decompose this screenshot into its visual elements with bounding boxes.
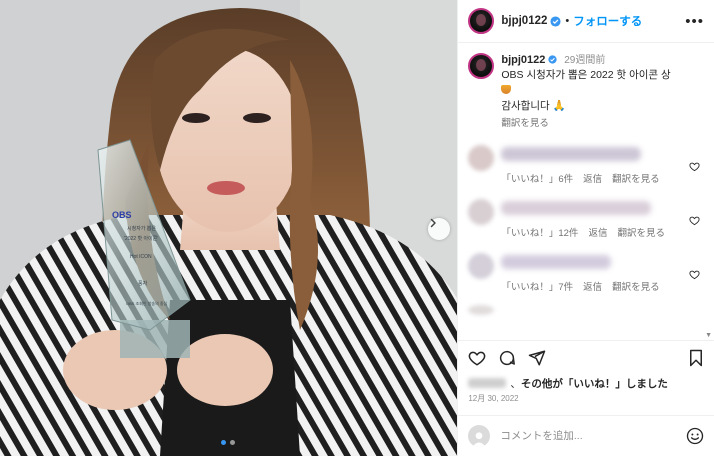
comment-avatar[interactable] <box>468 253 495 279</box>
comment-likes[interactable]: 「いいね！」7件 <box>501 279 573 293</box>
chevron-right-icon <box>430 218 436 228</box>
trophy-line4: 풍자 <box>138 280 148 287</box>
like-heart-icon[interactable] <box>468 349 486 367</box>
more-options-icon[interactable]: ••• <box>685 13 704 30</box>
author-avatar[interactable] <box>468 8 495 34</box>
comment-avatar[interactable] <box>468 145 495 171</box>
comment-avatar[interactable] <box>468 199 495 225</box>
comments-scrollbar[interactable]: ▼ <box>705 51 712 340</box>
comment-like-heart-icon[interactable] <box>689 215 700 226</box>
comment-like-heart-icon[interactable] <box>689 269 700 280</box>
bookmark-icon[interactable] <box>688 349 704 367</box>
follow-button[interactable]: フォローする <box>573 13 642 29</box>
post-date[interactable]: 12月 30, 2022 <box>458 391 714 407</box>
comment-text-redacted <box>501 201 652 215</box>
comment-like-heart-icon[interactable] <box>689 161 700 172</box>
trophy-line2: '2022 핫 아이콘' <box>124 235 158 242</box>
carousel-next-button[interactable] <box>428 218 450 240</box>
trophy-line5: OBS 조회인 방송의 중심 <box>126 300 168 306</box>
verified-badge-icon <box>548 55 557 64</box>
trophy-line3: Hot ICON <box>130 254 152 260</box>
trophy-emoji-icon <box>501 85 512 94</box>
instagram-post-modal: OBS 시청자가 뽑은 '2022 핫 아이콘' Hot ICON 풍자 OBS… <box>0 0 714 456</box>
comment-bubble-icon[interactable] <box>498 349 516 367</box>
post-photo: OBS 시청자가 뽑은 '2022 핫 아이콘' Hot ICON 풍자 OBS… <box>0 0 458 456</box>
caption-line1: OBS 시청자가 뽑은 2022 핫 아이콘 상 <box>501 69 671 81</box>
current-user-avatar-icon <box>468 425 491 447</box>
comment-text-redacted <box>501 255 612 269</box>
comment-reply-button[interactable]: 返信 <box>588 225 607 239</box>
comment-item: 「いいね！」6件 返信 翻訳を見る <box>468 145 704 185</box>
comment-translate-link[interactable]: 翻訳を見る <box>612 279 660 293</box>
caption-time-ago[interactable]: 29週間前 <box>564 55 605 66</box>
verified-badge-icon <box>550 15 561 27</box>
scroll-down-arrow-icon[interactable]: ▼ <box>705 332 712 339</box>
comment-item: 「いいね！」12件 返信 翻訳を見る <box>468 199 704 239</box>
caption-line3: 감사합니다 🙏 <box>501 100 566 112</box>
likes-text[interactable]: その他が「いいね！」しました <box>521 376 668 391</box>
comment-avatar[interactable] <box>468 305 495 315</box>
carousel-dot-2 <box>230 440 235 445</box>
post-details-panel: bjpj0122 • フォローする ••• bjpj0122 29週間前 OBS… <box>457 0 714 456</box>
add-comment-bar <box>458 415 714 456</box>
carousel-dot-1 <box>221 440 226 445</box>
emoji-smile-icon[interactable] <box>686 427 704 445</box>
comment-item-partial <box>468 305 704 315</box>
comments-scroll-area[interactable]: bjpj0122 29週間前 OBS 시청자가 뽑은 2022 핫 아이콘 상 … <box>458 43 714 340</box>
likes-summary[interactable]: 、 その他が「いいね！」しました <box>458 375 714 391</box>
comment-translate-link[interactable]: 翻訳を見る <box>612 171 660 185</box>
photo-illustration: OBS 시청자가 뽑은 '2022 핫 아이콘' Hot ICON 풍자 OBS… <box>0 0 458 456</box>
post-caption: bjpj0122 29週間前 OBS 시청자가 뽑은 2022 핫 아이콘 상 … <box>468 53 704 131</box>
comment-reply-button[interactable]: 返信 <box>583 171 602 185</box>
comment-input[interactable] <box>498 429 673 443</box>
liker-name-redacted <box>468 378 507 388</box>
comment-item: 「いいね！」7件 返信 翻訳を見る <box>468 253 704 293</box>
comment-translate-link[interactable]: 翻訳を見る <box>617 225 665 239</box>
header-separator: • <box>565 15 570 27</box>
share-send-icon[interactable] <box>528 349 546 367</box>
author-username[interactable]: bjpj0122 <box>501 15 547 27</box>
caption-avatar[interactable] <box>468 53 495 79</box>
trophy-brand: OBS <box>112 210 132 220</box>
caption-translate-link[interactable]: 翻訳を見る <box>501 116 670 131</box>
comment-likes[interactable]: 「いいね！」12件 <box>501 225 578 239</box>
trophy-line1: 시청자가 뽑은 <box>127 225 156 232</box>
post-header: bjpj0122 • フォローする ••• <box>458 0 714 43</box>
carousel-indicator <box>221 440 235 445</box>
caption-username[interactable]: bjpj0122 <box>501 54 545 66</box>
post-actions <box>458 340 714 375</box>
comment-likes[interactable]: 「いいね！」6件 <box>501 171 573 185</box>
comment-text-redacted <box>501 147 642 161</box>
comment-reply-button[interactable]: 返信 <box>583 279 602 293</box>
likes-prefix: 、 <box>510 377 521 390</box>
